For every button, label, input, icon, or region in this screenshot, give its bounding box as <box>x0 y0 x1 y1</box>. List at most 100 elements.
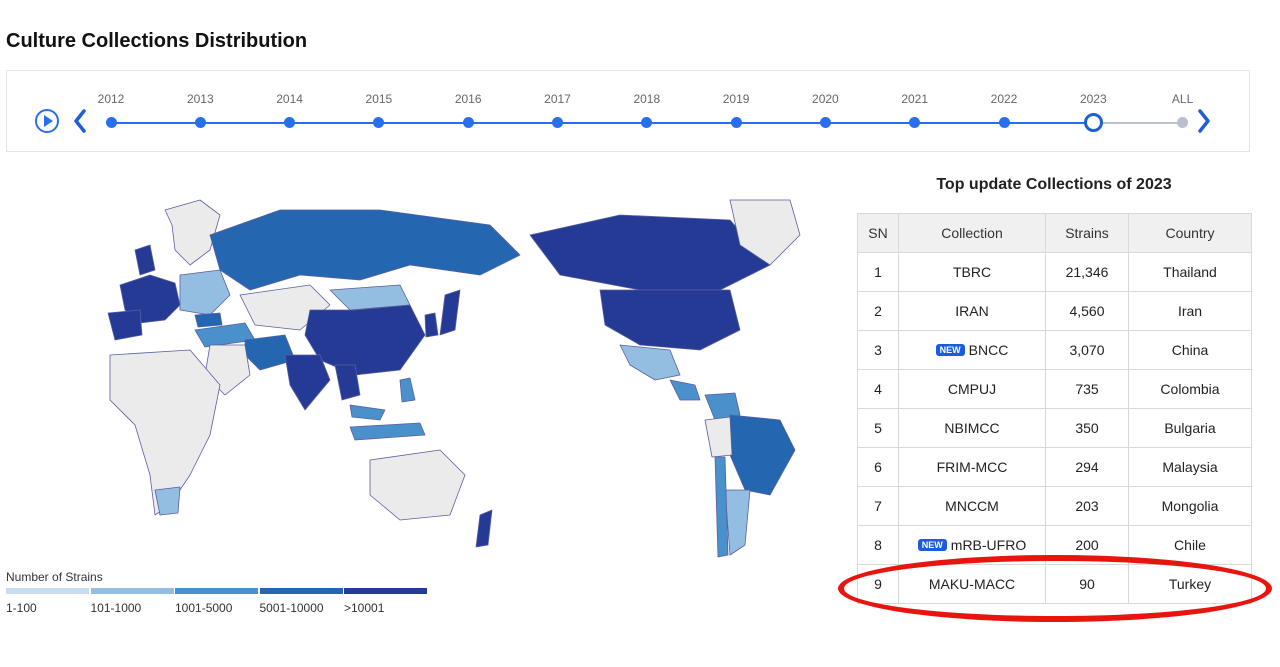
cell-strains: 90 <box>1045 564 1129 604</box>
collection-name[interactable]: MNCCM <box>945 498 999 514</box>
collection-name[interactable]: CMPUJ <box>948 381 996 397</box>
map-region-iberia <box>107 309 143 341</box>
table-row[interactable]: 2 IRAN 4,560 Iran <box>857 291 1252 331</box>
map-region-bulgaria <box>194 312 223 328</box>
cell-country: China <box>1128 330 1252 370</box>
timeline-year-label: 2012 <box>97 92 125 106</box>
timeline-point-2022[interactable] <box>998 117 1010 128</box>
cell-sn: 9 <box>857 564 899 604</box>
cell-collection: CMPUJ <box>898 369 1046 409</box>
collection-name[interactable]: mRB-UFRO <box>951 537 1026 553</box>
timeline-point-2018[interactable] <box>641 117 653 128</box>
map-region-new-zealand <box>475 509 493 548</box>
legend-swatch <box>259 588 343 594</box>
map-region-australia <box>369 449 466 521</box>
cell-collection: NBIMCC <box>898 408 1046 448</box>
cell-collection: NEW mRB-UFRO <box>898 525 1046 565</box>
legend-swatch <box>344 588 427 594</box>
play-button[interactable] <box>35 109 59 133</box>
timeline-point-2013[interactable] <box>194 117 206 128</box>
cell-collection: NEW BNCC <box>898 330 1046 370</box>
timeline-point-2015[interactable] <box>373 117 385 128</box>
cell-country: Thailand <box>1128 252 1252 292</box>
collection-name[interactable]: FRIM-MCC <box>937 459 1008 475</box>
map-region-argentina <box>724 489 751 556</box>
timeline-year-label: 2015 <box>365 92 393 106</box>
map-region-usa <box>599 289 741 351</box>
legend-label: 1001-5000 <box>175 601 233 615</box>
map-region-india <box>284 354 331 411</box>
legend-swatch <box>175 588 258 594</box>
table-row[interactable]: 9 MAKU-MACC 90 Turkey <box>857 564 1252 604</box>
cell-sn-text: 7 <box>874 498 882 514</box>
cell-country: Chile <box>1128 525 1252 565</box>
collection-name[interactable]: NBIMCC <box>944 420 999 436</box>
collection-name[interactable]: BNCC <box>969 342 1009 358</box>
cell-country: Turkey <box>1128 564 1252 604</box>
timeline-point-2016[interactable] <box>462 117 474 128</box>
legend-swatch <box>90 588 174 594</box>
cell-strains: 21,346 <box>1045 252 1129 292</box>
column-header-strains: Strains <box>1045 213 1129 253</box>
cell-sn: 4 <box>857 369 899 409</box>
cell-collection: IRAN <box>898 291 1046 331</box>
collection-name[interactable]: MAKU-MACC <box>929 576 1015 592</box>
cell-sn-text: 9 <box>874 576 882 592</box>
legend-label: 101-1000 <box>90 601 142 615</box>
table-row[interactable]: 7 MNCCM 203 Mongolia <box>857 486 1252 526</box>
table-row[interactable]: 5 NBIMCC 350 Bulgaria <box>857 408 1252 448</box>
cell-sn-text: 1 <box>874 264 882 280</box>
table-row[interactable]: 4 CMPUJ 735 Colombia <box>857 369 1252 409</box>
legend-label: 5001-10000 <box>259 601 324 615</box>
cell-sn: 1 <box>857 252 899 292</box>
table-row[interactable]: 3 NEW BNCC 3,070 China <box>857 330 1252 370</box>
cell-sn: 8 <box>857 525 899 565</box>
timeline-point-2019[interactable] <box>730 117 742 128</box>
cell-sn-text: 3 <box>874 342 882 358</box>
map-region-uk <box>134 244 156 276</box>
prev-year-button[interactable] <box>73 108 87 139</box>
legend-label: 1-100 <box>6 601 37 615</box>
timeline-track-rest <box>1097 122 1183 124</box>
timeline-point-2023[interactable] <box>1083 113 1103 132</box>
cell-strains: 200 <box>1045 525 1129 565</box>
timeline-point-2020[interactable] <box>819 117 831 128</box>
timeline-year-label: 2013 <box>186 92 214 106</box>
timeline-year-label: 2019 <box>722 92 750 106</box>
timeline-point-2021[interactable] <box>909 117 921 128</box>
timeline-point-2012[interactable] <box>105 117 117 128</box>
timeline-point-2017[interactable] <box>552 117 563 128</box>
collection-name[interactable]: TBRC <box>953 264 991 280</box>
new-badge: NEW <box>935 344 965 356</box>
timeline-point-2014[interactable] <box>284 117 296 128</box>
cell-sn: 6 <box>857 447 899 487</box>
column-header-country: Country <box>1128 213 1252 253</box>
cell-strains: 203 <box>1045 486 1129 526</box>
next-year-button[interactable] <box>1197 108 1211 139</box>
table-header-row: SN Collection Strains Country <box>857 213 1252 253</box>
collections-table: SN Collection Strains Country 1 TBRC 21,34… <box>857 213 1252 604</box>
map-region-japan <box>439 289 461 336</box>
cell-country: Bulgaria <box>1128 408 1252 448</box>
cell-sn-text: 2 <box>874 303 882 319</box>
page-title: Culture Collections Distribution <box>6 30 308 52</box>
chevron-right-icon <box>1198 109 1210 133</box>
timeline-year-label: 2020 <box>812 92 839 106</box>
play-icon <box>44 115 53 127</box>
cell-strains: 4,560 <box>1045 291 1129 331</box>
cell-sn-text: 6 <box>874 459 882 475</box>
map-region-chile <box>714 456 729 558</box>
collection-name[interactable]: IRAN <box>955 303 988 319</box>
table-row[interactable]: 6 FRIM-MCC 294 Malaysia <box>857 447 1252 487</box>
table-row[interactable]: 8 NEW mRB-UFRO 200 Chile <box>857 525 1252 565</box>
table-row[interactable]: 1 TBRC 21,346 Thailand <box>857 252 1252 292</box>
map-region-brazil <box>729 414 796 496</box>
cell-strains: 735 <box>1045 369 1129 409</box>
map-region-scandinavia <box>164 199 221 266</box>
timeline-point-all[interactable] <box>1177 117 1189 128</box>
cell-sn-text: 8 <box>874 537 882 553</box>
map-region-thailand <box>334 364 361 401</box>
timeline-year-label: 2021 <box>901 92 929 106</box>
map-region-indonesia <box>349 422 426 441</box>
cell-sn: 2 <box>857 291 899 331</box>
